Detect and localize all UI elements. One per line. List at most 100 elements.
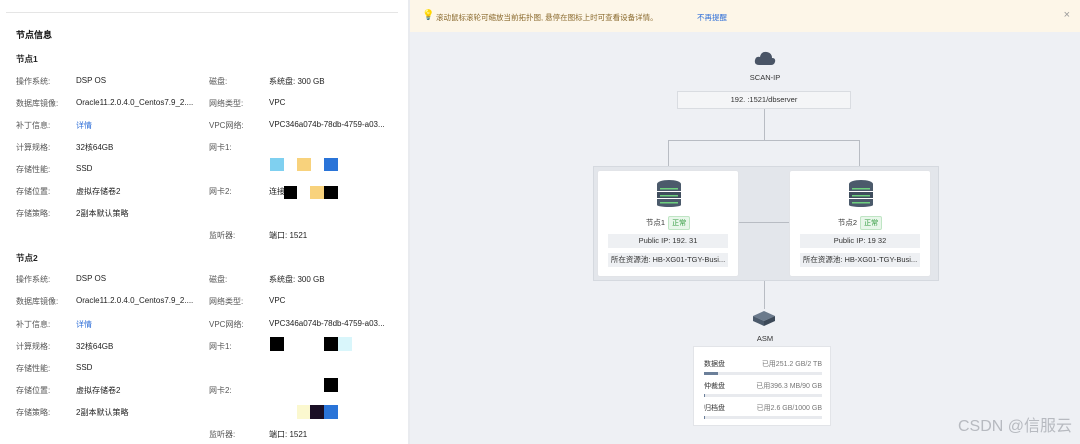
loc-value: 虚拟存储卷2	[76, 386, 121, 395]
loc-label: 存储位置:	[16, 187, 51, 196]
redaction-block	[324, 337, 338, 351]
policy-label: 存储策略:	[16, 209, 51, 218]
redaction-block	[338, 337, 352, 351]
scan-ip-value[interactable]: 192. :1521/dbserver	[677, 91, 851, 109]
redaction-block	[297, 405, 310, 419]
patch-details-link[interactable]: 详情	[76, 120, 92, 131]
node-info-panel: 节点信息 节点1 操作系统: DSP OS 数据库镜像: Oracle11.2.…	[0, 0, 408, 444]
scan-ip-label: SCAN-IP	[749, 73, 781, 82]
node1-title: 节点1	[16, 54, 38, 64]
storage-bar-fill	[704, 416, 706, 419]
os-value: DSP OS	[76, 274, 107, 283]
database-server-icon	[657, 180, 681, 207]
storage-bar	[704, 372, 822, 375]
redaction-block	[324, 405, 338, 419]
topology-canvas[interactable]: 💡 滚动鼠标滚轮可缩放当前拓扑图, 悬停在图标上时可查看设备详情。 不再提醒 ×…	[410, 0, 1080, 444]
disk-value: 系统盘: 300 GB	[269, 77, 325, 86]
policy-value: 2副本默认策略	[76, 408, 129, 417]
node1-public-ip: Public IP: 192. 31	[608, 234, 728, 248]
perf-label: 存储性能:	[16, 165, 51, 174]
dismiss-tip-link[interactable]: 不再提醒	[697, 12, 727, 23]
disk-value: 系统盘: 300 GB	[269, 275, 325, 284]
storage-usage-panel: 数据盘 已用251.2 GB/2 TB 仲裁盘 已用396.3 MB/90 GB 归…	[693, 346, 831, 426]
redaction-block	[324, 378, 338, 392]
spec-label: 计算规格:	[16, 342, 51, 351]
redaction-block	[270, 337, 284, 351]
spec-value: 32核64GB	[76, 143, 114, 152]
storage-array-icon[interactable]	[751, 309, 777, 327]
vpc-label: VPC网络:	[209, 320, 244, 329]
listener-label: 监听器:	[209, 231, 236, 240]
redaction-block	[310, 186, 324, 199]
storage-bar	[704, 416, 822, 419]
redaction-block	[310, 405, 324, 419]
patch-details-link[interactable]: 详情	[76, 319, 92, 330]
redaction-block	[297, 158, 311, 171]
nic1-label: 网卡1:	[209, 143, 232, 152]
storage-bar-fill	[704, 394, 706, 397]
redaction-block	[284, 186, 297, 199]
storage-row: 仲裁盘 已用396.3 MB/90 GB	[704, 383, 822, 390]
status-badge: 正常	[860, 216, 883, 230]
image-value: Oracle11.2.0.4.0_Centos7.9_2....	[76, 98, 194, 107]
database-server-icon	[849, 180, 873, 207]
tip-banner: 💡 滚动鼠标滚轮可缩放当前拓扑图, 悬停在图标上时可查看设备详情。 不再提醒 ×	[410, 0, 1080, 32]
patch-label: 补丁信息:	[16, 121, 51, 130]
spec-label: 计算规格:	[16, 143, 51, 152]
listener-value: 端口: 1521	[269, 231, 308, 240]
node2-public-ip: Public IP: 19 32	[800, 234, 920, 248]
vpc-label: VPC网络:	[209, 121, 244, 130]
disk-label: 磁盘:	[209, 77, 228, 86]
node2-card[interactable]: 节点2 正常 Public IP: 19 32 所在资源池: HB-XG01-TG…	[789, 170, 931, 277]
asm-label: ASM	[756, 334, 774, 343]
connector-line	[764, 281, 765, 309]
os-label: 操作系统:	[16, 77, 51, 86]
image-label: 数据库镜像:	[16, 99, 59, 108]
redaction-block	[324, 158, 338, 171]
storage-bar-fill	[704, 372, 719, 375]
connector-line	[668, 140, 860, 141]
os-value: DSP OS	[76, 76, 107, 85]
vpc-value: VPC346a074b-78db-4759-a03...	[269, 120, 385, 129]
connector-line	[764, 109, 765, 140]
perf-value: SSD	[76, 363, 93, 372]
perf-value: SSD	[76, 164, 93, 173]
node1-card[interactable]: 节点1 正常 Public IP: 192. 31 所在资源池: HB-XG01-…	[597, 170, 739, 277]
image-value: Oracle11.2.0.4.0_Centos7.9_2....	[76, 296, 194, 305]
redaction-block	[324, 186, 338, 199]
bulb-icon: 💡	[422, 10, 435, 21]
disk-label: 磁盘:	[209, 275, 228, 284]
connector-line	[737, 222, 789, 223]
status-badge: 正常	[668, 216, 691, 230]
tip-text: 滚动鼠标滚轮可缩放当前拓扑图, 悬停在图标上时可查看设备详情。	[436, 13, 658, 22]
nic2-value: 连接	[269, 187, 285, 196]
loc-value: 虚拟存储卷2	[76, 187, 121, 196]
node2-name: 节点2 正常	[790, 216, 930, 230]
nettype-value: VPC	[269, 98, 286, 107]
storage-row: 归档盘 已用2.6 GB/1000 GB	[704, 405, 822, 412]
vpc-value: VPC346a074b-78db-4759-a03...	[269, 319, 385, 328]
nic2-label: 网卡2:	[209, 187, 232, 196]
os-label: 操作系统:	[16, 275, 51, 284]
node1-resource-pool: 所在资源池: HB-XG01-TGY-Busi...	[608, 253, 728, 267]
cloud-icon[interactable]	[754, 49, 776, 67]
node1-name: 节点1 正常	[598, 216, 738, 230]
image-label: 数据库镜像:	[16, 297, 59, 306]
policy-label: 存储策略:	[16, 408, 51, 417]
watermark: CSDN @信服云	[957, 418, 1072, 435]
nic1-label: 网卡1:	[209, 342, 232, 351]
patch-label: 补丁信息:	[16, 320, 51, 329]
divider	[6, 12, 398, 13]
storage-bar	[704, 394, 822, 397]
nettype-value: VPC	[269, 296, 286, 305]
listener-value: 端口: 1521	[269, 430, 308, 439]
nettype-label: 网络类型:	[209, 297, 244, 306]
close-icon[interactable]: ×	[1064, 9, 1070, 21]
node2-resource-pool: 所在资源池: HB-XG01-TGY-Busi...	[800, 253, 920, 267]
spec-value: 32核64GB	[76, 342, 114, 351]
policy-value: 2副本默认策略	[76, 209, 129, 218]
redaction-block	[270, 158, 284, 171]
loc-label: 存储位置:	[16, 386, 51, 395]
node2-title: 节点2	[16, 253, 38, 263]
nettype-label: 网络类型:	[209, 99, 244, 108]
